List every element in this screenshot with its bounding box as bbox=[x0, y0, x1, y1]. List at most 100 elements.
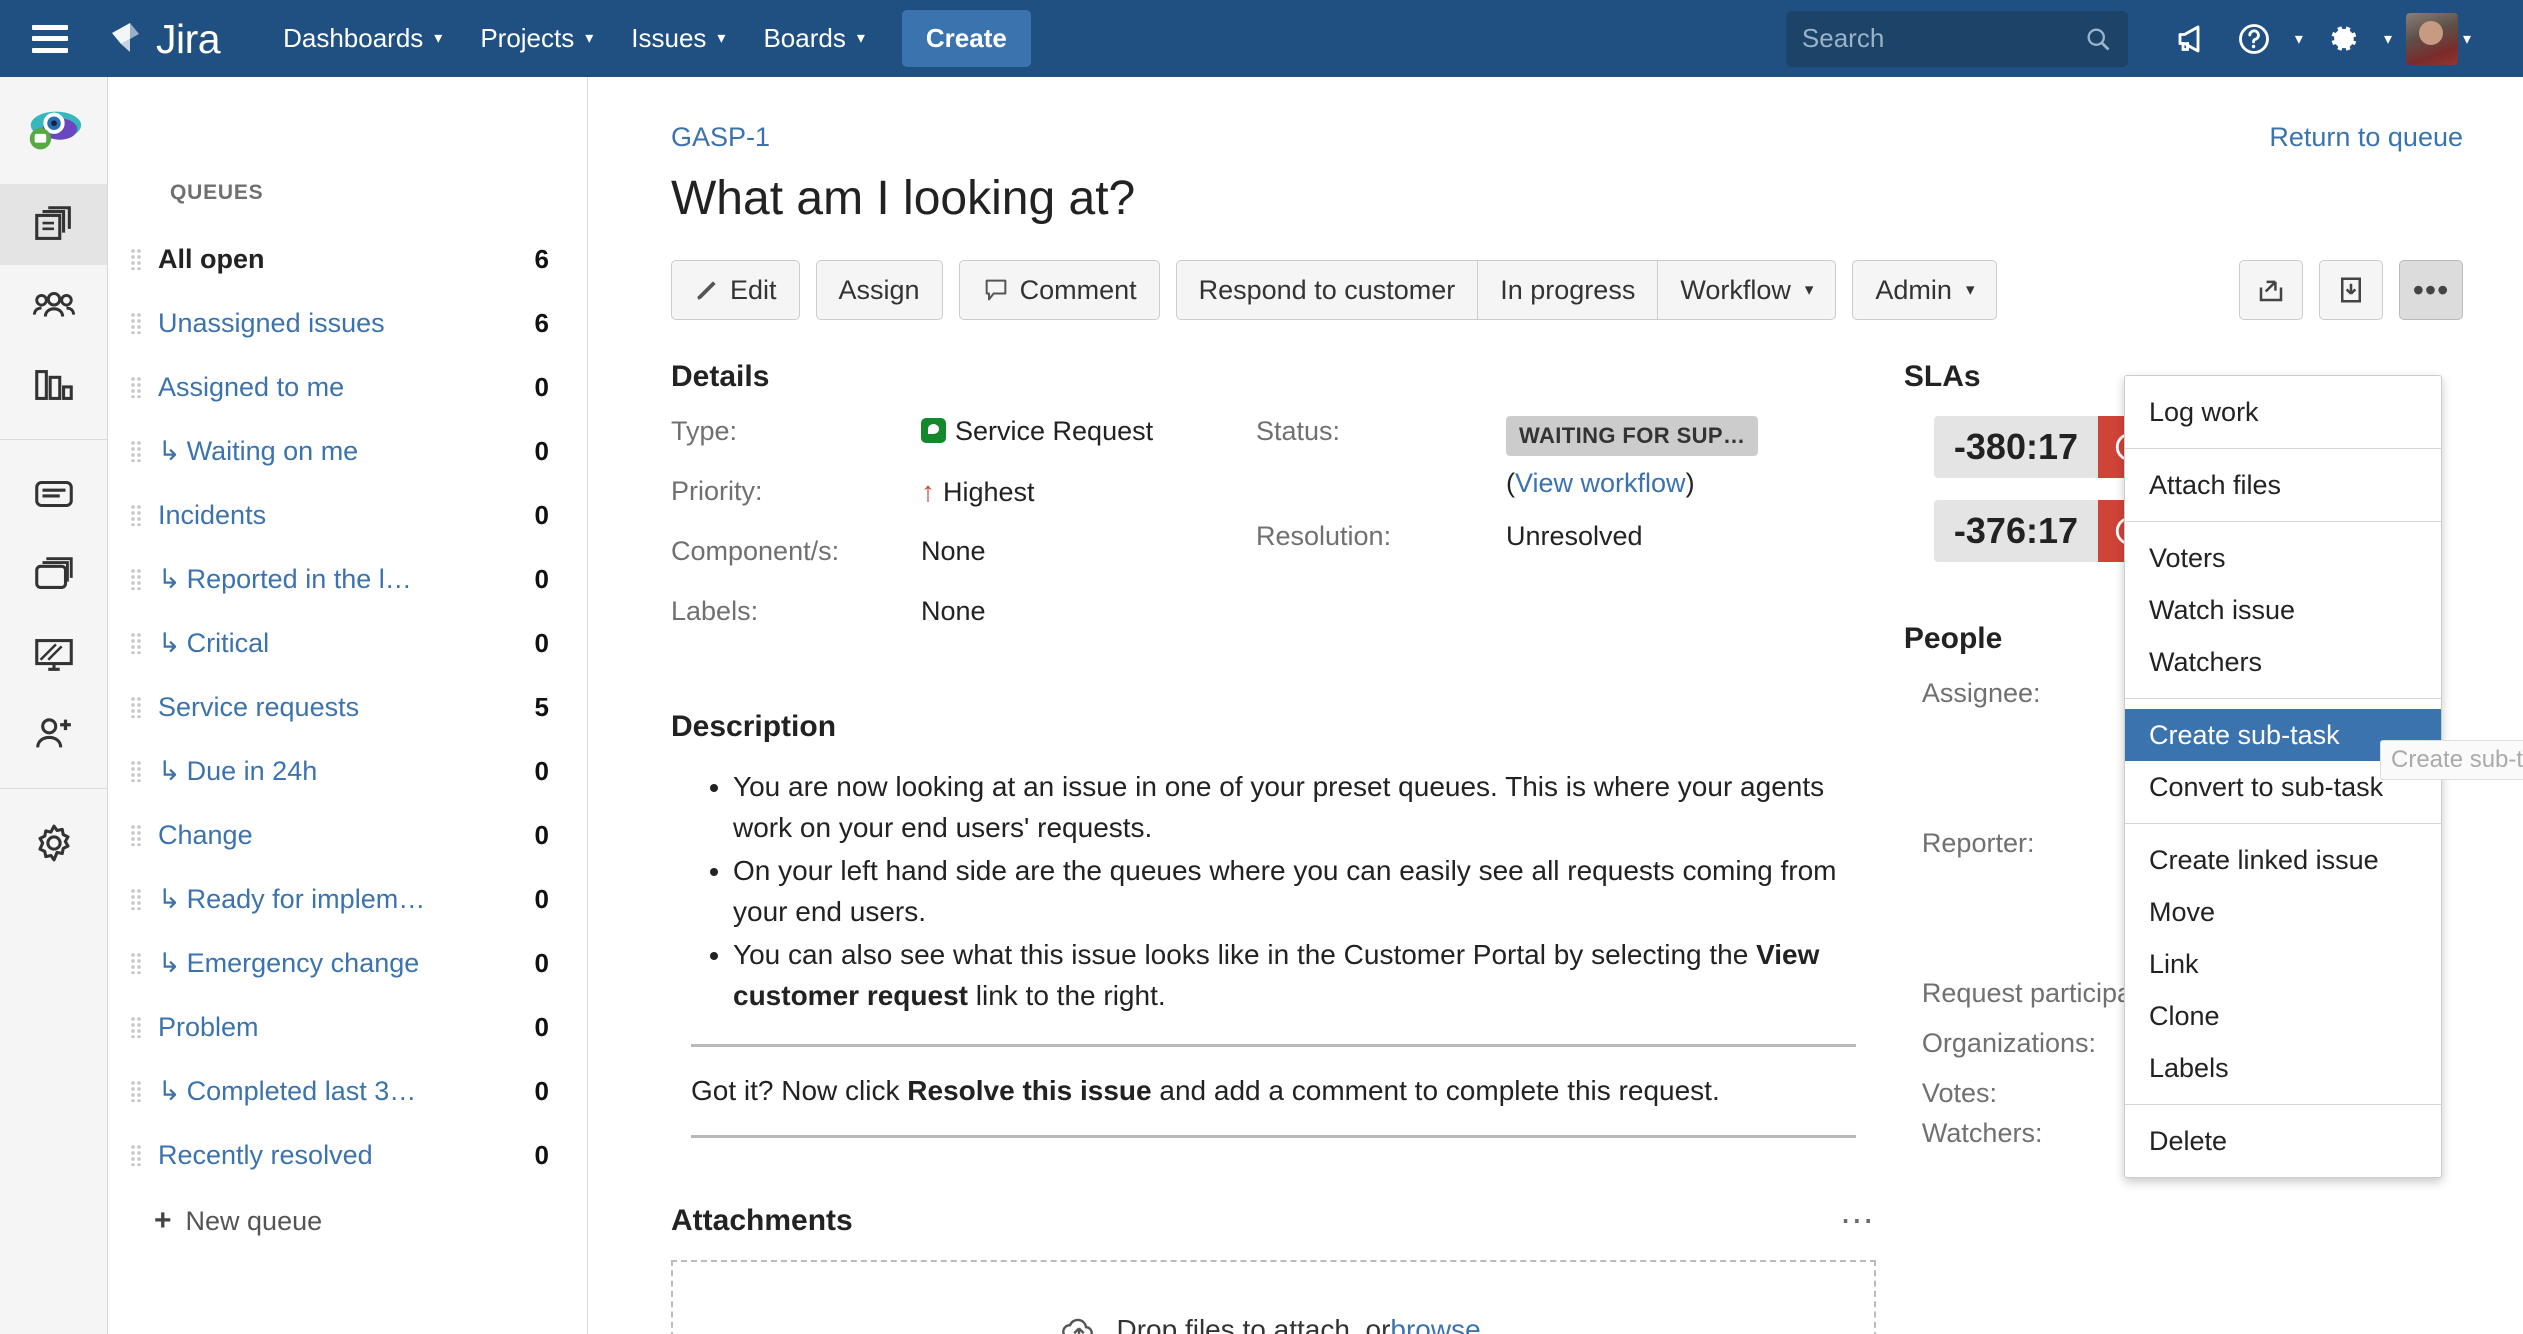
queue-count: 0 bbox=[534, 1139, 549, 1170]
sidebar-item-project-settings[interactable] bbox=[0, 803, 107, 883]
menu-item-clone[interactable]: Clone bbox=[2125, 990, 2441, 1042]
drag-handle-icon[interactable] bbox=[130, 1080, 142, 1102]
queue-item-change[interactable]: Change 0 bbox=[108, 803, 587, 867]
queue-item-due-in-24h[interactable]: ↳ Due in 24h 0 bbox=[108, 739, 587, 803]
rail-divider bbox=[0, 788, 107, 789]
sidebar-item-queues[interactable] bbox=[0, 185, 107, 265]
assign-button[interactable]: Assign bbox=[815, 260, 943, 320]
drag-handle-icon[interactable] bbox=[130, 1144, 142, 1166]
drag-handle-icon[interactable] bbox=[130, 952, 142, 974]
queue-item-all-open[interactable]: All open 6 bbox=[108, 227, 587, 291]
search-input[interactable]: Search bbox=[1785, 10, 2128, 67]
queue-item-critical[interactable]: ↳ Critical 0 bbox=[108, 611, 587, 675]
search-placeholder: Search bbox=[1801, 23, 1885, 53]
help-button[interactable] bbox=[2228, 13, 2280, 65]
drag-handle-icon[interactable] bbox=[130, 440, 142, 462]
menu-item-delete[interactable]: Delete bbox=[2125, 1115, 2441, 1167]
new-queue-button[interactable]: + New queue bbox=[108, 1191, 587, 1251]
nav-dashboards[interactable]: Dashboards ▾ bbox=[264, 0, 461, 77]
view-workflow-link[interactable]: View workflow bbox=[1515, 468, 1686, 498]
attachment-dropzone[interactable]: Drop files to attach, or browse. bbox=[671, 1260, 1876, 1334]
menu-item-labels[interactable]: Labels bbox=[2125, 1042, 2441, 1094]
queue-label: Unassigned issues bbox=[158, 307, 385, 338]
queue-item-ready-for-implementation[interactable]: ↳ Ready for implem… 0 bbox=[108, 867, 587, 931]
view-workflow-wrapper: (View workflow) bbox=[1506, 468, 1695, 498]
queue-label: Change bbox=[158, 819, 253, 850]
announcements-button[interactable] bbox=[2166, 13, 2218, 65]
sidebar-item-reports[interactable] bbox=[0, 345, 107, 425]
menu-item-link[interactable]: Link bbox=[2125, 938, 2441, 990]
queue-count: 0 bbox=[534, 819, 549, 850]
settings-chevron-down-icon[interactable]: ▾ bbox=[2384, 29, 2392, 49]
queue-item-problem[interactable]: Problem 0 bbox=[108, 995, 587, 1059]
share-button[interactable] bbox=[2239, 260, 2303, 320]
respond-to-customer-button[interactable]: Respond to customer bbox=[1175, 260, 1479, 320]
drag-handle-icon[interactable] bbox=[130, 760, 142, 782]
sidebar-item-request-types[interactable] bbox=[0, 534, 107, 614]
menu-item-voters[interactable]: Voters bbox=[2125, 532, 2441, 584]
project-avatar[interactable] bbox=[0, 77, 107, 185]
queue-item-waiting-on-me[interactable]: ↳ Waiting on me 0 bbox=[108, 419, 587, 483]
menu-item-attach-files[interactable]: Attach files bbox=[2125, 459, 2441, 511]
create-button[interactable]: Create bbox=[901, 10, 1031, 67]
edit-button[interactable]: Edit bbox=[671, 260, 800, 320]
queue-item-completed-last-30-days[interactable]: ↳ Completed last 3… 0 bbox=[108, 1059, 587, 1123]
search-icon bbox=[2087, 28, 2110, 50]
browse-link[interactable]: browse. bbox=[1390, 1314, 1488, 1334]
sidebar-item-knowledge-base[interactable] bbox=[0, 454, 107, 534]
queue-label: Incidents bbox=[158, 499, 267, 530]
menu-item-watchers[interactable]: Watchers bbox=[2125, 636, 2441, 688]
nav-boards[interactable]: Boards ▾ bbox=[744, 0, 883, 77]
comment-button[interactable]: Comment bbox=[958, 260, 1160, 320]
drag-handle-icon[interactable] bbox=[130, 632, 142, 654]
menu-item-watch-issue[interactable]: Watch issue bbox=[2125, 584, 2441, 636]
settings-button[interactable] bbox=[2317, 13, 2369, 65]
export-button[interactable] bbox=[2319, 260, 2383, 320]
drag-handle-icon[interactable] bbox=[130, 824, 142, 846]
attachments-more-icon[interactable]: ⋯ bbox=[1840, 1204, 1876, 1238]
edit-label: Edit bbox=[730, 274, 777, 305]
help-chevron-down-icon[interactable]: ▾ bbox=[2295, 29, 2303, 49]
drag-handle-icon[interactable] bbox=[130, 1016, 142, 1038]
queue-item-incidents[interactable]: Incidents 0 bbox=[108, 483, 587, 547]
queue-item-reported-in-the-last[interactable]: ↳ Reported in the l… 0 bbox=[108, 547, 587, 611]
chevron-down-icon: ▾ bbox=[856, 29, 865, 47]
more-actions-button[interactable]: ••• bbox=[2399, 260, 2463, 320]
sidebar-item-people[interactable] bbox=[0, 265, 107, 345]
queue-item-recently-resolved[interactable]: Recently resolved 0 bbox=[108, 1123, 587, 1187]
sidebar-item-invite-team[interactable] bbox=[0, 694, 107, 774]
details-column-right: Status: WAITING FOR SUP… (View workflow)… bbox=[1256, 416, 1841, 656]
admin-dropdown-button[interactable]: Admin ▾ bbox=[1852, 260, 1998, 320]
workflow-dropdown-button[interactable]: Workflow ▾ bbox=[1657, 260, 1837, 320]
drag-handle-icon[interactable] bbox=[130, 376, 142, 398]
comment-bubble-icon bbox=[985, 279, 1006, 301]
watchers-label: Watchers: bbox=[1921, 1118, 2043, 1148]
issue-key-link[interactable]: GASP-1 bbox=[671, 122, 770, 153]
drag-handle-icon[interactable] bbox=[130, 888, 142, 910]
queue-item-service-requests[interactable]: Service requests 5 bbox=[108, 675, 587, 739]
nav-issues[interactable]: Issues ▾ bbox=[612, 0, 744, 77]
drag-handle-icon[interactable] bbox=[130, 568, 142, 590]
in-progress-button[interactable]: In progress bbox=[1477, 260, 1659, 320]
queue-label: ↳ Due in 24h bbox=[158, 756, 521, 787]
queue-item-emergency-change[interactable]: ↳ Emergency change 0 bbox=[108, 931, 587, 995]
drag-handle-icon[interactable] bbox=[130, 504, 142, 526]
hamburger-menu-icon[interactable] bbox=[32, 24, 68, 53]
queue-item-assigned-to-me[interactable]: Assigned to me 0 bbox=[108, 355, 587, 419]
drag-handle-icon[interactable] bbox=[130, 312, 142, 334]
view-customer-request-emphasis: View customer request bbox=[733, 939, 1820, 1011]
menu-item-move[interactable]: Move bbox=[2125, 886, 2441, 938]
drag-handle-icon[interactable] bbox=[130, 696, 142, 718]
reporter-label: Reporter: bbox=[1921, 828, 2035, 858]
queue-item-unassigned-issues[interactable]: Unassigned issues 6 bbox=[108, 291, 587, 355]
profile-chevron-down-icon[interactable]: ▾ bbox=[2463, 29, 2471, 49]
drag-handle-icon[interactable] bbox=[130, 248, 142, 270]
jira-logo[interactable]: Jira bbox=[108, 18, 221, 59]
return-to-queue-link[interactable]: Return to queue bbox=[2269, 122, 2463, 153]
sidebar-item-customer-portal[interactable] bbox=[0, 614, 107, 694]
nav-projects[interactable]: Projects ▾ bbox=[461, 0, 612, 77]
menu-item-log-work[interactable]: Log work bbox=[2125, 386, 2441, 438]
avatar[interactable] bbox=[2405, 12, 2458, 65]
details-column-left: Type: Service Request Priority: ↑ Highest… bbox=[671, 416, 1256, 656]
menu-item-create-linked-issue[interactable]: Create linked issue bbox=[2125, 834, 2441, 886]
